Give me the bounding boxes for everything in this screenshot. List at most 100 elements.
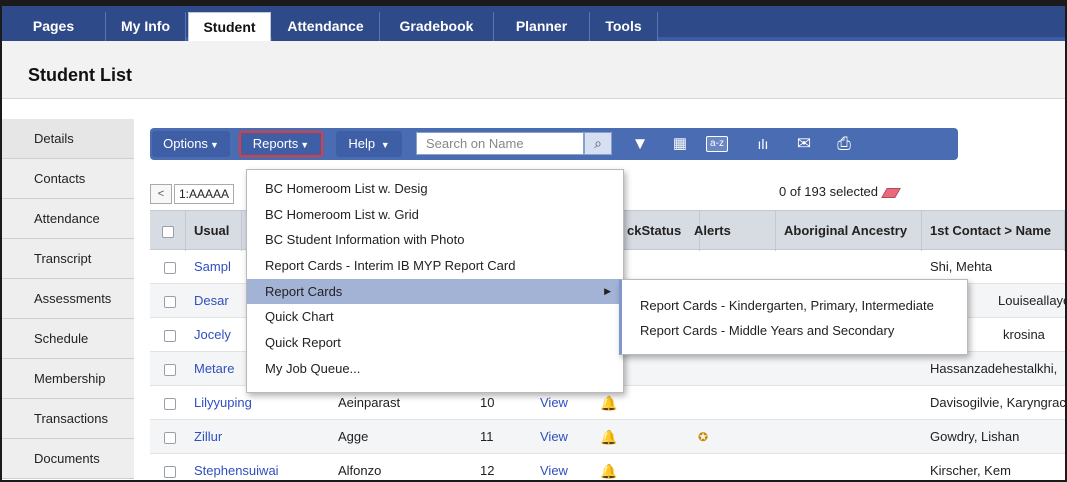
caret-down-icon: ▼ bbox=[380, 140, 390, 150]
tab-gradebook[interactable]: Gradebook bbox=[380, 12, 494, 41]
menu-item-bc-student-info-photo[interactable]: BC Student Information with Photo bbox=[247, 227, 623, 253]
reports-dropdown-menu: BC Homeroom List w. Desig BC Homeroom Li… bbox=[246, 169, 624, 393]
sort-az-icon[interactable]: a-z bbox=[706, 136, 728, 152]
reports-label: Reports bbox=[252, 136, 299, 151]
checkbox[interactable] bbox=[162, 225, 174, 238]
submenu-item-kindergarten-primary-intermediate[interactable]: Report Cards - Kindergarten, Primary, In… bbox=[622, 293, 967, 318]
menu-item-bc-homeroom-list-desig[interactable]: BC Homeroom List w. Desig bbox=[247, 176, 623, 202]
tab-student[interactable]: Student bbox=[188, 12, 271, 41]
tab-attendance[interactable]: Attendance bbox=[272, 12, 380, 41]
report-cards-submenu: Report Cards - Kindergarten, Primary, In… bbox=[619, 279, 968, 355]
table-row[interactable]: Stephensuiwai Alfonzo 12 View 🔔 Kirscher… bbox=[150, 454, 1065, 480]
reports-button[interactable]: Reports ▼ bbox=[239, 131, 323, 157]
alert-icon[interactable]: ✪ bbox=[698, 420, 708, 454]
mail-icon[interactable]: ✉ bbox=[793, 134, 815, 154]
checkbox[interactable] bbox=[164, 261, 176, 274]
checkbox[interactable] bbox=[164, 329, 176, 342]
column-header-usual[interactable]: Usual bbox=[186, 211, 242, 251]
tab-my-info[interactable]: My Info bbox=[106, 12, 186, 41]
contact-name: Davisogilvie, Karyngrac bbox=[930, 395, 1066, 410]
options-label: Options bbox=[163, 136, 208, 151]
menu-item-quick-chart[interactable]: Quick Chart bbox=[247, 304, 623, 330]
sidebar-item-membership[interactable]: Membership bbox=[2, 359, 134, 399]
list-toolbar: Options ▼ Reports ▼ Help ▼ Search on Name … bbox=[150, 128, 958, 160]
sidebar-item-transcript[interactable]: Transcript bbox=[2, 239, 134, 279]
student-last-name: Alfonzo bbox=[338, 463, 382, 478]
page-header: Student List bbox=[2, 41, 1065, 99]
table-row[interactable]: Zillur Agge 11 View 🔔 ✪ Gowdry, Lishan bbox=[150, 420, 1065, 454]
menu-item-my-job-queue[interactable]: My Job Queue... bbox=[247, 356, 623, 382]
chart-icon[interactable]: ılı bbox=[753, 134, 773, 154]
contact-name: Gowdry, Lishan bbox=[930, 429, 1020, 444]
contact-name: Louiseallaye bbox=[998, 293, 1067, 308]
checkbox[interactable] bbox=[164, 397, 176, 410]
student-grade: 12 bbox=[480, 463, 495, 478]
bell-icon: 🔔 bbox=[600, 429, 618, 445]
student-name-link[interactable]: Metare bbox=[194, 352, 234, 386]
column-header-aboriginal-ancestry[interactable]: Aboriginal Ancestry bbox=[776, 211, 922, 251]
row-checkbox[interactable] bbox=[164, 318, 176, 352]
column-header-alerts[interactable]: Alerts bbox=[686, 211, 776, 251]
app-window: Pages My Info Student Attendance Gradebo… bbox=[0, 0, 1067, 482]
view-link[interactable]: View bbox=[540, 454, 568, 480]
sidebar-item-assessments[interactable]: Assessments bbox=[2, 279, 134, 319]
student-name-link[interactable]: Stephensuiwai bbox=[194, 454, 279, 480]
sidebar-item-attendance[interactable]: Attendance bbox=[2, 199, 134, 239]
sidebar-item-details[interactable]: Details bbox=[2, 119, 134, 159]
tab-pages[interactable]: Pages bbox=[2, 12, 106, 41]
menu-item-bc-homeroom-list-grid[interactable]: BC Homeroom List w. Grid bbox=[247, 202, 623, 228]
selection-count-text: 0 of 193 selected bbox=[779, 184, 879, 199]
top-navigation: Pages My Info Student Attendance Gradebo… bbox=[2, 6, 1065, 41]
eraser-icon[interactable] bbox=[881, 187, 901, 198]
contact-name: Kirscher, Kem bbox=[930, 463, 1011, 478]
contact-name: krosina bbox=[1003, 327, 1045, 342]
row-checkbox[interactable] bbox=[164, 250, 176, 284]
student-name-link[interactable]: Zillur bbox=[194, 420, 222, 454]
student-name-link[interactable]: Jocely bbox=[194, 318, 231, 352]
grid-icon[interactable]: ▦ bbox=[670, 134, 690, 154]
caret-down-icon: ▼ bbox=[209, 140, 219, 150]
row-checkbox[interactable] bbox=[164, 454, 176, 480]
checkbox[interactable] bbox=[164, 465, 176, 478]
checkbox[interactable] bbox=[164, 363, 176, 376]
student-name-link[interactable]: Sampl bbox=[194, 250, 231, 284]
checkbox[interactable] bbox=[164, 431, 176, 444]
page-title: Student List bbox=[28, 65, 132, 85]
previous-page-button[interactable]: < bbox=[150, 184, 172, 204]
help-button[interactable]: Help ▼ bbox=[336, 131, 402, 157]
page-select[interactable]: 1:AAAAA bbox=[174, 184, 234, 204]
menu-item-quick-report[interactable]: Quick Report bbox=[247, 330, 623, 356]
sidebar-item-schedule[interactable]: Schedule bbox=[2, 319, 134, 359]
sidebar-item-transactions[interactable]: Transactions bbox=[2, 399, 134, 439]
row-checkbox[interactable] bbox=[164, 420, 176, 454]
submenu-item-middle-years-secondary[interactable]: Report Cards - Middle Years and Secondar… bbox=[622, 318, 967, 343]
sidebar-item-contacts[interactable]: Contacts bbox=[2, 159, 134, 199]
filter-icon[interactable]: ▼ bbox=[630, 134, 650, 154]
bell-icon: 🔔 bbox=[600, 463, 618, 479]
selection-count: 0 of 193 selected bbox=[779, 184, 901, 199]
magnifier-icon[interactable]: ⌕ bbox=[584, 132, 612, 155]
view-link[interactable]: View bbox=[540, 420, 568, 454]
submenu-arrow-icon: ▶ bbox=[604, 285, 611, 296]
tab-planner[interactable]: Planner bbox=[494, 12, 590, 41]
student-name-link[interactable]: Lilyyuping bbox=[194, 386, 252, 420]
column-header-first-contact[interactable]: 1st Contact > Name bbox=[922, 211, 1065, 251]
menu-item-label: Report Cards bbox=[265, 283, 343, 299]
search-input[interactable]: Search on Name bbox=[416, 132, 584, 155]
select-all-checkbox[interactable] bbox=[150, 211, 186, 251]
row-checkbox[interactable] bbox=[164, 284, 176, 318]
side-navigation: Details Contacts Attendance Transcript A… bbox=[2, 119, 134, 479]
contact-name: Hassanzadehestalkhi, bbox=[930, 361, 1058, 376]
options-button[interactable]: Options ▼ bbox=[152, 131, 230, 157]
student-grade: 11 bbox=[480, 429, 494, 444]
tab-tools[interactable]: Tools bbox=[590, 12, 658, 41]
sidebar-item-documents[interactable]: Documents bbox=[2, 439, 134, 479]
row-checkbox[interactable] bbox=[164, 386, 176, 420]
menu-item-interim-ib-myp-report-card[interactable]: Report Cards - Interim IB MYP Report Car… bbox=[247, 253, 623, 279]
menu-item-report-cards[interactable]: Report Cards ▶ bbox=[247, 278, 623, 305]
checkbox[interactable] bbox=[164, 295, 176, 308]
print-icon[interactable]: ⎙ bbox=[833, 134, 855, 154]
row-checkbox[interactable] bbox=[164, 352, 176, 386]
student-last-name: Agge bbox=[338, 429, 369, 444]
student-name-link[interactable]: Desar bbox=[194, 284, 229, 318]
